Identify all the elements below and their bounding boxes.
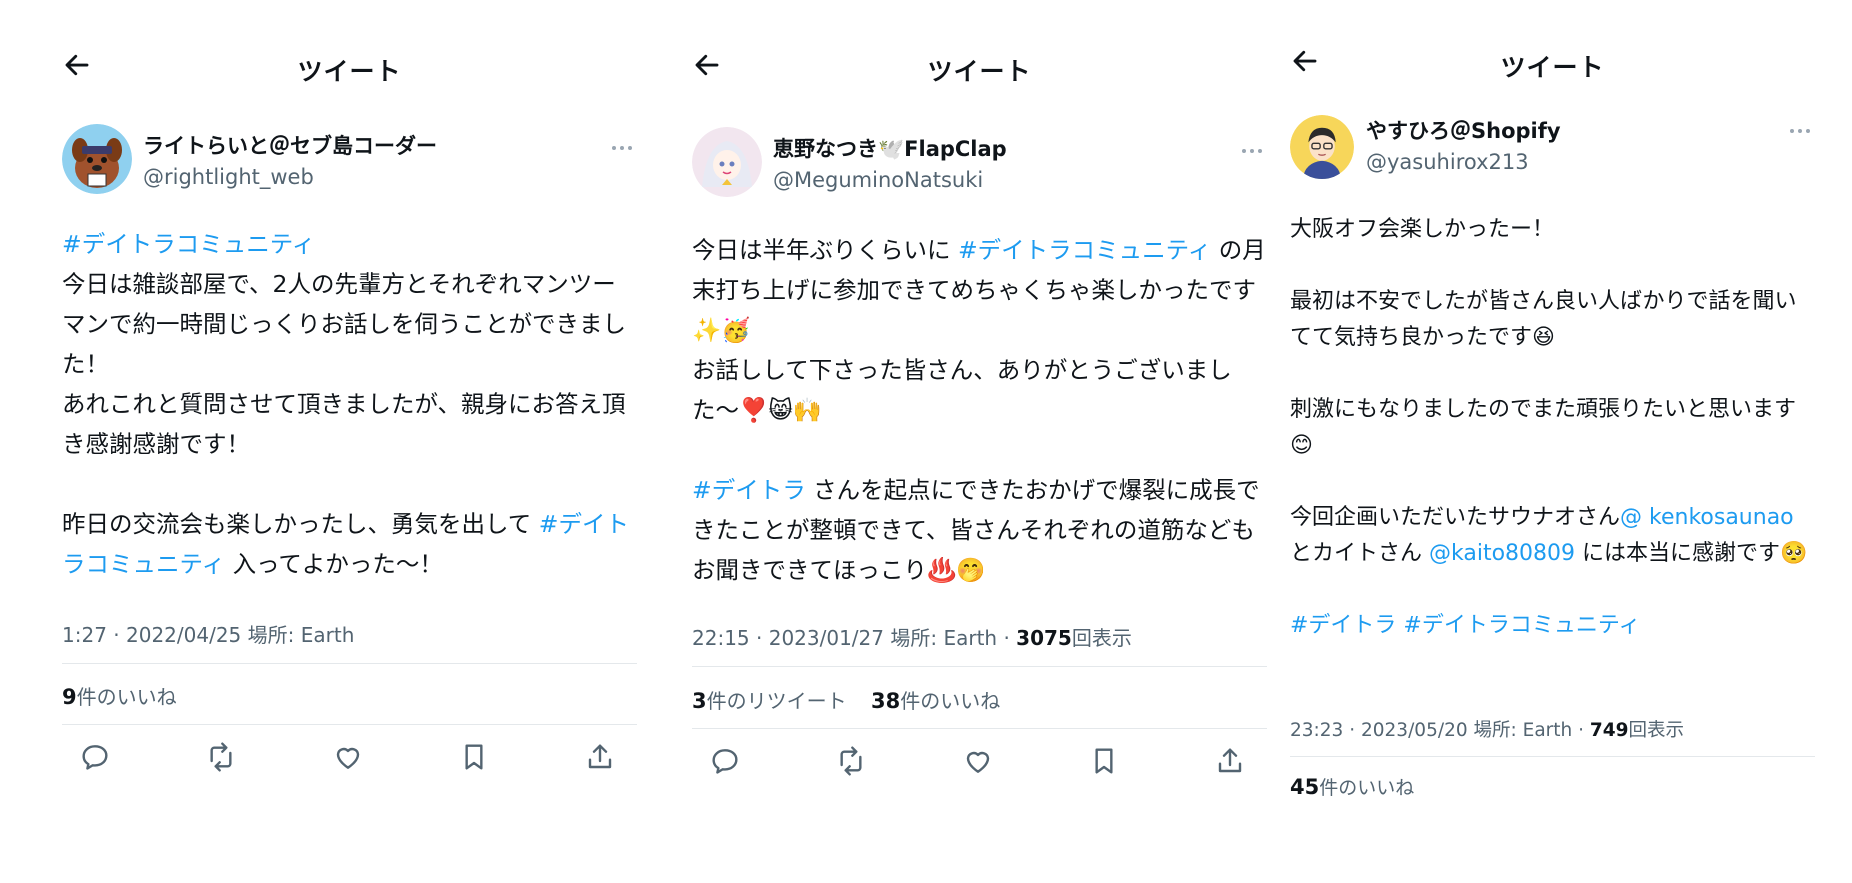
tweet-meta: 22:15 · 2023/01/27 場所: Earth · 3075回表示 <box>692 626 1132 650</box>
tweet-text: 今日は雑談部屋で、2人の先輩方とそれぞれマンツーマンで約一時間じっくりお話しを伺… <box>62 270 626 538</box>
tweet-location: 場所: Earth <box>247 623 355 647</box>
tweet-meta: 1:27 · 2022/04/25 場所: Earth <box>62 623 355 647</box>
user-handle[interactable]: @rightlight_web <box>143 165 437 189</box>
hashtag-link[interactable]: #デイトラ <box>692 476 806 504</box>
likes-stat[interactable]: 38件のいいね <box>871 689 1000 713</box>
retweets-label: 件のリツイート <box>706 689 847 713</box>
retweets-stat[interactable]: 3件のリツイート <box>692 689 847 713</box>
view-label: 回表示 <box>1071 626 1132 650</box>
divider <box>62 724 637 725</box>
author-row: 恵野なつき🕊️FlapClap @MeguminoNatsuki <box>692 127 1267 199</box>
tweet-panel-1: ツイート ライトらいと＠セブ島コーダー @rightlight_web #デイト… <box>62 0 637 772</box>
mention-link[interactable]: @kaito80809 <box>1429 541 1575 566</box>
top-bar: ツイート <box>62 0 637 86</box>
tweet-time: 23:23 <box>1290 720 1344 741</box>
top-bar: ツイート <box>692 0 1267 86</box>
action-bar <box>692 745 1267 785</box>
page-title: ツイート <box>1500 53 1605 82</box>
top-bar: ツイート <box>1290 0 1815 82</box>
view-label: 回表示 <box>1628 720 1685 741</box>
tweet-body: 今日は半年ぶりくらいに #デイトラコミュニティ の月末打ち上げに参加できてめちゃ… <box>692 230 1267 590</box>
tweet-body: 大阪オフ会楽しかったー！ 最初は不安でしたが皆さん良い人ばかりで話を聞いてて気持… <box>1290 212 1815 644</box>
likes-label: 件のいいね <box>900 689 1001 713</box>
tweet-stats: 3件のリツイート 38件のいいね <box>692 685 1018 714</box>
tweet-time: 1:27 <box>62 623 107 647</box>
tweet-panel-2: ツイート 恵野なつき🕊️FlapClap @MeguminoNatsuki 今日… <box>692 0 1267 776</box>
avatar[interactable] <box>692 127 762 197</box>
user-handle[interactable]: @yasuhirox213 <box>1366 150 1561 174</box>
tweet-panel-3: ツイート やすひろ＠Shopify @yasuhirox213 大阪オフ会楽しか… <box>1290 0 1815 799</box>
tweet-body: #デイトラコミュニティ 今日は雑談部屋で、2人の先輩方とそれぞれマンツーマンで約… <box>62 224 637 584</box>
share-icon[interactable] <box>584 741 620 777</box>
likes-count: 9 <box>62 685 77 709</box>
likes-label: 件のいいね <box>76 685 177 709</box>
user-handle[interactable]: @MeguminoNatsuki <box>773 168 1007 192</box>
share-icon[interactable] <box>1214 745 1250 781</box>
divider <box>62 663 637 664</box>
tweet-text: には本当に感謝です🥺 <box>1582 541 1808 566</box>
author-row: ライトらいと＠セブ島コーダー @rightlight_web <box>62 124 637 196</box>
page-title: ツイート <box>927 57 1032 86</box>
more-horizontal-icon[interactable] <box>1785 121 1815 141</box>
likes-stat[interactable]: 9件のいいね <box>62 685 177 709</box>
tweet-time: 22:15 <box>692 626 750 650</box>
likes-stat[interactable]: 45件のいいね <box>1290 775 1415 799</box>
bookmark-icon[interactable] <box>458 741 494 777</box>
tweet-stats: 45件のいいね <box>1290 773 1432 800</box>
divider <box>692 666 1267 667</box>
tweet-date: 2023/01/27 <box>768 626 884 650</box>
view-count: 3075 <box>1016 626 1072 650</box>
likes-count: 45 <box>1290 775 1320 799</box>
avatar[interactable] <box>1290 115 1354 179</box>
reply-icon[interactable] <box>79 741 115 777</box>
more-horizontal-icon[interactable] <box>1237 141 1267 161</box>
like-icon[interactable] <box>962 745 998 781</box>
display-name[interactable]: やすひろ＠Shopify <box>1366 115 1561 145</box>
tweet-text: 大阪オフ会楽しかったー！ 最初は不安でしたが皆さん良い人ばかりで話を聞いてて気持… <box>1290 217 1797 530</box>
tweet-text: 今日は半年ぶりくらいに <box>692 236 958 264</box>
more-horizontal-icon[interactable] <box>607 138 637 158</box>
tweet-text: 入ってよかった〜！ <box>225 550 443 578</box>
tweet-date: 2022/04/25 <box>126 623 242 647</box>
page-title: ツイート <box>297 57 402 86</box>
author-row: やすひろ＠Shopify @yasuhirox213 <box>1290 115 1815 187</box>
display-name[interactable]: 恵野なつき🕊️FlapClap <box>773 133 1007 163</box>
tweet-text: とカイトさん <box>1290 541 1423 566</box>
divider <box>692 728 1267 729</box>
tweet-stats: 9件のいいね <box>62 681 195 710</box>
view-count: 749 <box>1589 720 1629 741</box>
hashtag-link[interactable]: #デイトラコミュニティ <box>62 230 315 258</box>
avatar[interactable] <box>62 124 132 194</box>
tweet-location: 場所: Earth <box>890 626 998 650</box>
retweet-icon[interactable] <box>205 741 241 777</box>
tweet-meta: 23:23 · 2023/05/20 場所: Earth · 749回表示 <box>1290 720 1685 741</box>
retweet-icon[interactable] <box>835 745 871 781</box>
mention-link[interactable]: @ kenkosaunao <box>1620 505 1794 530</box>
tweet-date: 2023/05/20 <box>1360 720 1468 741</box>
display-name[interactable]: ライトらいと＠セブ島コーダー <box>143 130 437 160</box>
likes-count: 38 <box>870 689 901 713</box>
tweet-location: 場所: Earth <box>1473 720 1573 741</box>
hashtag-link[interactable]: #デイトラコミュニティ <box>958 236 1211 264</box>
likes-label: 件のいいね <box>1319 777 1415 799</box>
reply-icon[interactable] <box>709 745 745 781</box>
retweets-count: 3 <box>692 689 707 713</box>
like-icon[interactable] <box>332 741 368 777</box>
action-bar <box>62 741 637 781</box>
hashtag-link[interactable]: #デイトラ #デイトラコミュニティ <box>1290 613 1641 638</box>
bookmark-icon[interactable] <box>1088 745 1124 781</box>
tweet-text: の月末打ち上げに参加できてめちゃくちゃ楽しかったです✨🥳 お話しして下さった皆さ… <box>692 236 1266 424</box>
divider <box>1290 756 1815 757</box>
